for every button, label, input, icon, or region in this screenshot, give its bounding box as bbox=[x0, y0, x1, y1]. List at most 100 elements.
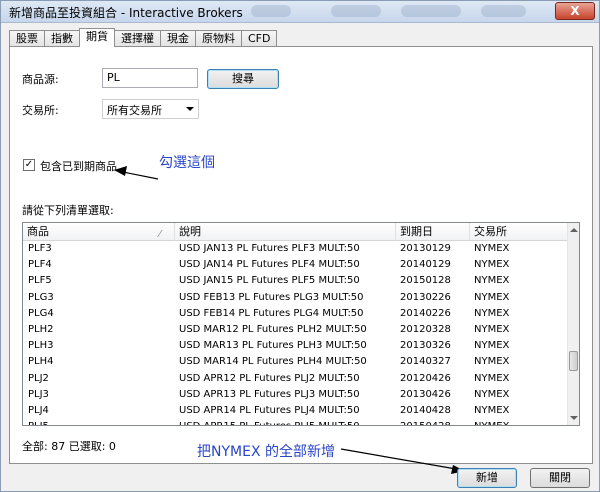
table-row[interactable]: PLF5 USD JAN15 PL Futures PLF5 MULT:50 201… bbox=[23, 274, 568, 290]
scroll-up-icon[interactable] bbox=[570, 228, 578, 232]
cell-exchange: NYMEX bbox=[474, 340, 510, 352]
close-button[interactable]: 關閉 bbox=[530, 468, 590, 488]
cell-expiry: 20130426 bbox=[400, 388, 451, 400]
column-header-description[interactable]: 說明 bbox=[175, 223, 396, 241]
tab-commodities[interactable]: 原物料 bbox=[195, 30, 242, 47]
cell-description: USD FEB14 PL Futures PLG4 MULT:50 bbox=[179, 307, 364, 319]
cell-description: USD JAN14 PL Futures PLF4 MULT:50 bbox=[179, 259, 360, 271]
list-prompt: 請從下列清單選取: bbox=[22, 204, 114, 217]
column-header-symbol[interactable]: 商品 ⁄ bbox=[23, 223, 175, 241]
column-header-exchange[interactable]: 交易所 bbox=[470, 223, 568, 241]
cell-description: USD JAN13 PL Futures PLF3 MULT:50 bbox=[179, 243, 360, 254]
cell-exchange: NYMEX bbox=[474, 356, 510, 368]
table-row[interactable]: PLF4 USD JAN14 PL Futures PLF4 MULT:50 201… bbox=[23, 258, 568, 274]
cell-exchange: NYMEX bbox=[474, 307, 510, 319]
selection-status: 全部: 87 已選取: 0 bbox=[22, 440, 116, 453]
cell-expiry: 20120328 bbox=[400, 323, 451, 335]
annotation-add-nymex: 把NYMEX 的全部新增 bbox=[197, 444, 335, 460]
cell-symbol: PLH2 bbox=[28, 323, 54, 335]
cell-exchange: NYMEX bbox=[474, 323, 510, 335]
tab-stocks[interactable]: 股票 bbox=[9, 30, 45, 47]
blurred-title-area bbox=[481, 5, 526, 17]
tab-strip: 股票 指數 期貨 選擇權 現金 原物料 CFD bbox=[9, 28, 278, 47]
cell-description: USD MAR12 PL Futures PLH2 MULT:50 bbox=[179, 323, 367, 335]
list-scrollbar[interactable] bbox=[567, 223, 579, 425]
cell-expiry: 20130326 bbox=[400, 340, 451, 352]
cell-description: USD JAN15 PL Futures PLF5 MULT:50 bbox=[179, 275, 360, 287]
table-row[interactable]: PLH4 USD MAR14 PL Futures PLH4 MULT:50 201… bbox=[23, 355, 568, 371]
tab-futures[interactable]: 期貨 bbox=[79, 28, 115, 47]
annotation-check-this: 勾選這個 bbox=[159, 155, 215, 171]
cell-description: USD MAR14 PL Futures PLH4 MULT:50 bbox=[179, 356, 367, 368]
cell-exchange: NYMEX bbox=[474, 275, 510, 287]
cell-expiry: 20150428 bbox=[400, 421, 451, 425]
exchange-selected-value: 所有交易所 bbox=[107, 104, 162, 117]
list-header: 商品 ⁄ 說明 到期日 交易所 bbox=[23, 223, 568, 241]
table-row[interactable]: PLF3 USD JAN13 PL Futures PLF3 MULT:50 201… bbox=[23, 242, 568, 258]
cell-description: USD FEB13 PL Futures PLG3 MULT:50 bbox=[179, 291, 364, 303]
cell-exchange: NYMEX bbox=[474, 421, 509, 425]
title-bar[interactable]: 新增商品至投資組合 - Interactive Brokers X bbox=[1, 1, 599, 23]
chevron-down-icon bbox=[186, 107, 194, 111]
include-expired-checkbox[interactable]: ✓ bbox=[23, 159, 35, 171]
close-icon: X bbox=[570, 4, 580, 18]
cell-exchange: NYMEX bbox=[474, 259, 510, 271]
cell-exchange: NYMEX bbox=[474, 372, 510, 384]
cell-description: USD APR12 PL Futures PLJ2 MULT:50 bbox=[179, 372, 360, 384]
cell-symbol: PLF5 bbox=[28, 275, 52, 287]
table-row[interactable]: PLG3 USD FEB13 PL Futures PLG3 MULT:50 201… bbox=[23, 291, 568, 307]
source-input[interactable]: PL bbox=[102, 68, 198, 88]
tab-options[interactable]: 選擇權 bbox=[114, 30, 161, 47]
cell-symbol: PLJ2 bbox=[28, 372, 49, 384]
cell-expiry: 20140327 bbox=[400, 356, 451, 368]
cell-expiry: 20140129 bbox=[400, 259, 451, 271]
futures-panel: 商品源: PL 搜尋 交易所: 所有交易所 ✓ 包含已到期商品 請從下列清單選取… bbox=[9, 46, 593, 464]
window-title: 新增商品至投資組合 - Interactive Brokers bbox=[9, 6, 243, 20]
cell-description: USD MAR13 PL Futures PLH3 MULT:50 bbox=[179, 340, 367, 352]
cell-expiry: 20150128 bbox=[400, 275, 451, 287]
table-row[interactable]: PLJ3 USD APR13 PL Futures PLJ3 MULT:50 201… bbox=[23, 388, 568, 404]
contract-list[interactable]: 商品 ⁄ 說明 到期日 交易所 PLF3 USD JAN13 PL Futures… bbox=[22, 222, 580, 426]
cell-expiry: 20120426 bbox=[400, 372, 451, 384]
cell-exchange: NYMEX bbox=[474, 404, 510, 416]
cell-symbol: PLF4 bbox=[28, 259, 52, 271]
table-row[interactable]: PLJ5 USD APR15 PL Futures PLJ5 MULT:50 201… bbox=[23, 420, 568, 425]
cell-symbol: PLJ3 bbox=[28, 388, 49, 400]
cell-symbol: PLH4 bbox=[28, 356, 54, 368]
scroll-down-icon[interactable] bbox=[570, 416, 578, 420]
scroll-thumb[interactable] bbox=[569, 351, 578, 371]
blurred-title-area bbox=[401, 5, 461, 17]
cell-expiry: 20140428 bbox=[400, 404, 451, 416]
cell-description: USD APR15 PL Futures PLJ5 MULT:50 bbox=[179, 421, 360, 425]
source-label: 商品源: bbox=[22, 73, 59, 86]
table-row[interactable]: PLJ2 USD APR12 PL Futures PLJ2 MULT:50 201… bbox=[23, 372, 568, 388]
cell-expiry: 20130129 bbox=[400, 243, 451, 254]
cell-description: USD APR13 PL Futures PLJ3 MULT:50 bbox=[179, 388, 360, 400]
cell-symbol: PLH3 bbox=[28, 340, 54, 352]
cell-exchange: NYMEX bbox=[474, 291, 510, 303]
sort-indicator-icon: ⁄ bbox=[159, 229, 161, 240]
cell-symbol: PLJ4 bbox=[28, 404, 49, 416]
exchange-select[interactable]: 所有交易所 bbox=[102, 99, 199, 119]
tab-cfd[interactable]: CFD bbox=[241, 30, 278, 47]
column-header-expiry[interactable]: 到期日 bbox=[396, 223, 470, 241]
tab-index[interactable]: 指數 bbox=[44, 30, 80, 47]
window-close-button[interactable]: X bbox=[555, 2, 595, 20]
blurred-title-area bbox=[331, 5, 381, 17]
table-row[interactable]: PLH2 USD MAR12 PL Futures PLH2 MULT:50 201… bbox=[23, 323, 568, 339]
table-row[interactable]: PLJ4 USD APR14 PL Futures PLJ4 MULT:50 201… bbox=[23, 404, 568, 420]
search-button[interactable]: 搜尋 bbox=[207, 69, 279, 89]
table-row[interactable]: PLH3 USD MAR13 PL Futures PLH3 MULT:50 201… bbox=[23, 339, 568, 355]
cell-symbol: PLG4 bbox=[28, 307, 54, 319]
cell-exchange: NYMEX bbox=[474, 388, 510, 400]
dialog-window: 新增商品至投資組合 - Interactive Brokers X 股票 指數 … bbox=[0, 0, 600, 492]
cell-expiry: 20140226 bbox=[400, 307, 451, 319]
include-expired-label[interactable]: 包含已到期商品 bbox=[40, 158, 117, 174]
cell-exchange: NYMEX bbox=[474, 243, 510, 254]
tab-cash[interactable]: 現金 bbox=[160, 30, 196, 47]
list-rows: PLF3 USD JAN13 PL Futures PLF3 MULT:50 201… bbox=[23, 242, 568, 425]
table-row[interactable]: PLG4 USD FEB14 PL Futures PLG4 MULT:50 201… bbox=[23, 307, 568, 323]
cell-description: USD APR14 PL Futures PLJ4 MULT:50 bbox=[179, 404, 360, 416]
add-button[interactable]: 新增 bbox=[457, 468, 517, 488]
cell-symbol: PLF3 bbox=[28, 243, 52, 254]
